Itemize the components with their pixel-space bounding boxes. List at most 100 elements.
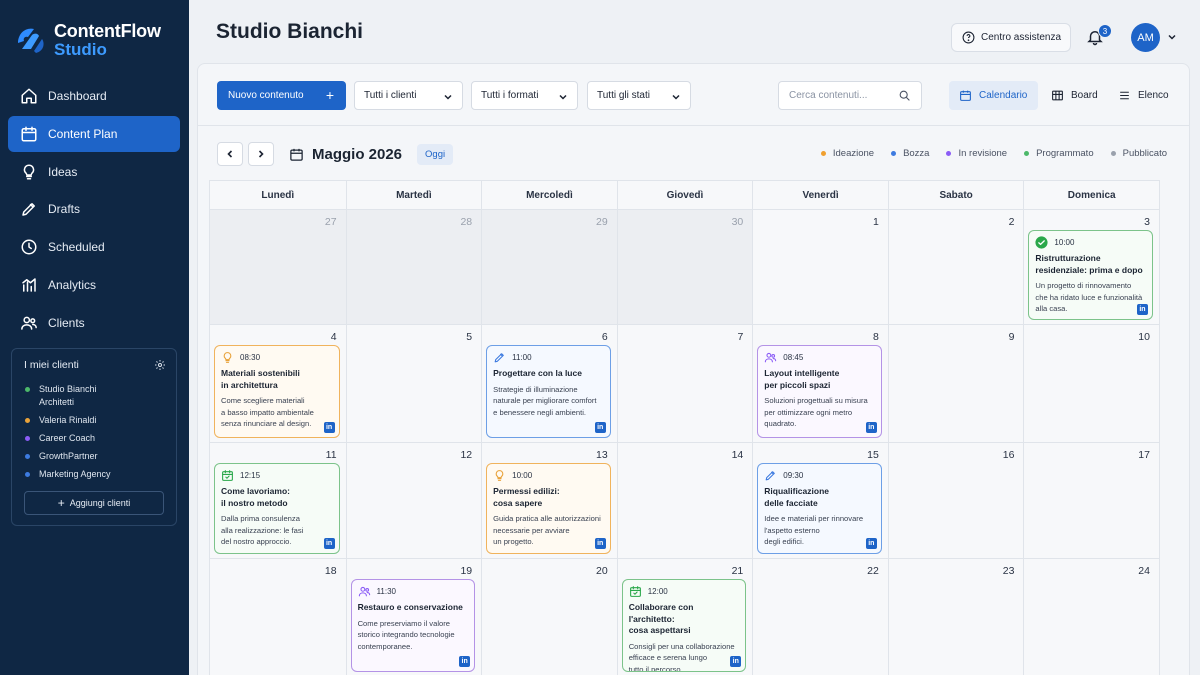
calendar-day-cell[interactable]: 15 09:30 Riqualificazione delle facciate Id… [752,443,888,558]
card-title: Riqualificazione delle facciate [764,486,829,508]
content-card[interactable]: 10:00 Permessi edilizi: cosa sapere Guida … [486,463,611,554]
linkedin-icon: in [730,656,742,667]
calendar-day-cell[interactable]: 3 10:00 Ristrutturazione residenziale: pri… [1023,210,1159,324]
calendar-day-cell[interactable]: 14 [616,443,753,558]
search-input[interactable]: Cerca contenuti... [778,81,922,110]
status-filter-select[interactable]: Tutti gli stati [587,81,691,110]
client-item[interactable]: Marketing Agency [25,468,176,481]
content-card[interactable]: 12:15 Come lavoriamo: il nostro metodo Dal… [214,463,340,554]
previous-month-button[interactable] [217,142,243,166]
sidebar-item-dashboard[interactable]: Dashboard [8,78,180,114]
avatar[interactable]: AM [1131,23,1160,52]
calendar-day-cell[interactable]: 20 [481,559,617,675]
legend-dot [946,151,952,156]
day-number: 1 [873,216,879,228]
app-logo[interactable]: ContentFlow Studio [14,22,161,58]
format-filter-value: Tutti i formati [481,90,539,101]
today-button[interactable]: Oggi [417,143,454,165]
calendar-check-icon [629,586,641,597]
calendar-day-cell[interactable]: 18 [210,559,346,675]
sidebar-item-content-plan[interactable]: Content Plan [8,115,180,152]
calendar-navigation: Maggio 2026 Oggi [217,142,454,166]
help-center-button[interactable]: Centro assistenza [951,23,1071,52]
client-item[interactable]: Career Coach [25,432,176,445]
calendar-day-cell[interactable]: 13 10:00 Permessi edilizi: cosa sapere Guid… [481,443,617,558]
sidebar-item-analytics[interactable]: Analytics [8,267,180,303]
content-card[interactable]: 08:30 Materiali sostenibili in architettu… [214,345,340,438]
calendar-day-cell[interactable]: 30 [616,210,753,324]
add-client-button[interactable]: + Aggiungi clienti [24,491,164,515]
chart-icon [22,278,36,292]
next-month-button[interactable] [248,142,274,166]
sidebar-item-clients[interactable]: Clients [8,305,180,341]
tab-list-label: Elenco [1138,90,1169,101]
chevron-down-icon[interactable] [1167,32,1177,42]
client-name: Career Coach [39,432,96,443]
content-card[interactable]: 12:00 Collaborare con l'architetto: cosa … [621,579,747,672]
lightbulb-icon [223,352,232,363]
weekday-label: Mercoledì [481,181,617,209]
legend-item: Ideazione [820,148,874,159]
calendar-day-cell[interactable]: 1 [752,210,888,324]
new-content-button[interactable]: Nuovo contenuto + [217,81,346,110]
content-card[interactable]: 10:00 Ristrutturazione residenziale: prim… [1028,230,1153,320]
content-card[interactable]: 11:00 Progettare con la luce Strategie di … [486,345,611,438]
day-number: 27 [324,216,337,228]
calendar-day-cell[interactable]: 4 08:30 Materiali sostenibili in architett… [210,325,346,442]
calendar-day-cell[interactable]: 9 [887,325,1024,442]
calendar-day-cell[interactable]: 27 [210,210,346,324]
calendar-day-cell[interactable]: 21 12:00 Collaborare con l'architetto: cos… [616,559,753,675]
format-filter-select[interactable]: Tutti i formati [471,81,578,110]
legend-dot [820,151,826,156]
client-item[interactable]: Valeria Rinaldi [25,414,176,427]
card-time: 11:30 [376,587,396,596]
calendar-day-cell[interactable]: 5 [345,325,482,442]
card-time: 11:00 [512,353,532,362]
day-number: 2 [1008,216,1015,228]
day-number: 17 [1138,449,1150,461]
gear-icon[interactable] [154,359,166,371]
calendar-day-cell[interactable]: 11 12:15 Come lavoriamo: il nostro metodo D… [210,443,346,558]
client-item[interactable]: Studio Bianchi Architetti [25,383,176,408]
weekday-label: Martedì [345,181,482,209]
users-icon [765,352,777,363]
calendar-day-cell[interactable]: 23 [887,559,1024,675]
list-icon [1120,91,1129,100]
client-filter-value: Tutti i clienti [364,90,417,101]
calendar-day-cell[interactable]: 19 11:30 Restauro e conservazione Come pres… [345,559,482,675]
card-title: Progettare con la luce [493,368,582,378]
calendar-day-cell[interactable]: 29 [481,210,617,324]
calendar-day-cell[interactable]: 28 [345,210,482,324]
calendar-day-cell[interactable]: 12 [345,443,482,558]
content-card[interactable]: 11:30 Restauro e conservazione Come preser… [350,579,476,672]
sidebar-item-drafts[interactable]: Drafts [8,191,180,227]
sidebar-item-ideas[interactable]: Ideas [8,154,180,190]
content-card[interactable]: 08:45 Layout intelligente per piccoli spa… [757,345,882,438]
card-title: Ristrutturazione residenziale: prima e d… [1035,253,1143,275]
legend-item: In revisione [946,148,1007,159]
calendar-day-cell[interactable]: 24 [1023,559,1159,675]
tab-calendar[interactable]: Calendario [949,81,1038,110]
calendar-day-cell[interactable]: 16 [887,443,1024,558]
status-legend: Ideazione Bozza In revisione Programmato Pub… [804,148,1167,159]
calendar-day-cell[interactable]: 17 [1023,443,1159,558]
client-filter-select[interactable]: Tutti i clienti [354,81,463,110]
tab-list[interactable]: Elenco [1108,81,1172,110]
calendar-day-cell[interactable]: 6 11:00 Progettare con la luce Strategie di… [481,325,617,442]
calendar-day-cell[interactable]: 2 [887,210,1024,324]
client-list: Studio Bianchi Architetti Valeria Rinaldi… [12,371,176,480]
notification-badge: 3 [1098,24,1112,38]
status-filter-value: Tutti gli stati [597,90,650,101]
sidebar-item-label: Clients [48,315,85,330]
sidebar-item-scheduled[interactable]: Scheduled [8,229,180,265]
day-number: 18 [324,565,337,577]
card-header: 09:30 [764,469,875,482]
calendar-day-cell[interactable]: 8 08:45 Layout intelligente per piccoli sp… [752,325,888,442]
content-card[interactable]: 09:30 Riqualificazione delle facciate Idee… [757,463,882,554]
tab-board[interactable]: Board [1041,81,1101,110]
calendar-day-cell[interactable]: 10 [1023,325,1159,442]
day-number: 28 [460,216,473,228]
client-item[interactable]: GrowthPartner [25,450,176,463]
calendar-day-cell[interactable]: 22 [752,559,888,675]
calendar-day-cell[interactable]: 7 [616,325,753,442]
